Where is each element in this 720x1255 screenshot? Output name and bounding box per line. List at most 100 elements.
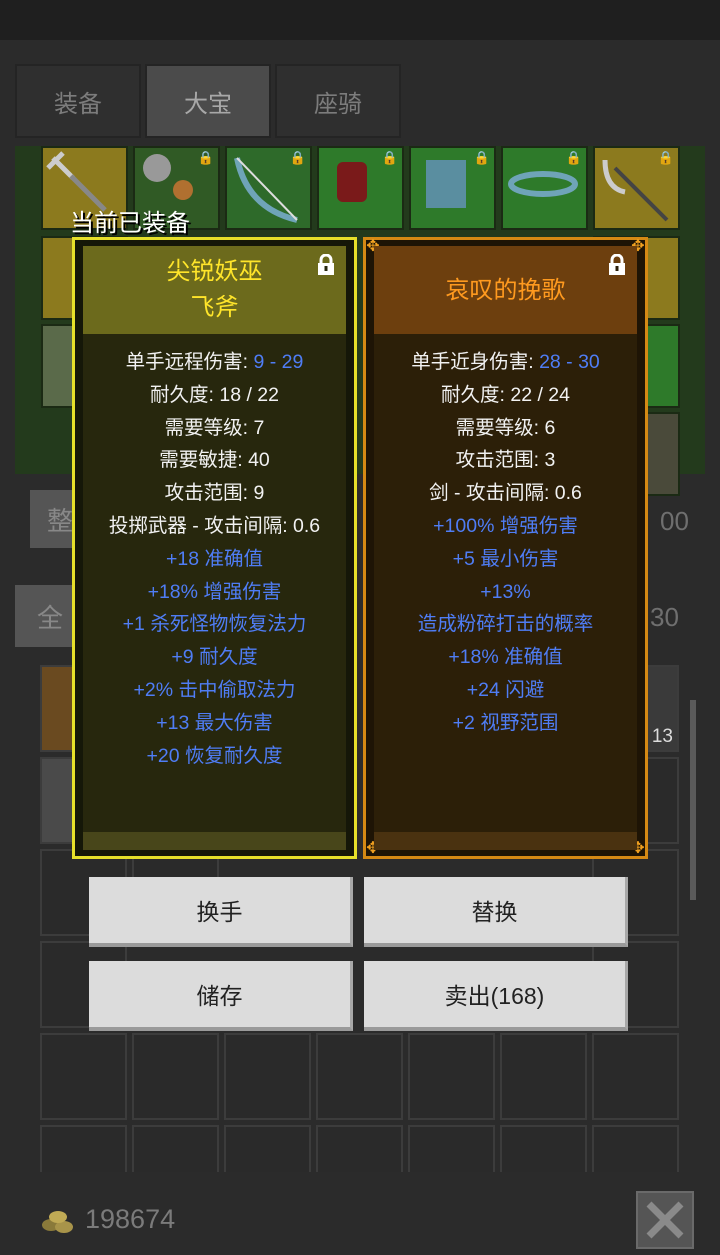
equip-slot[interactable]: 🔒 — [317, 146, 404, 230]
card-footer-bar — [374, 832, 637, 850]
stat-line: +2% 击中偷取法力 — [83, 674, 346, 707]
stat-line: +24 闪避 — [374, 674, 637, 707]
new-item-name: 哀叹的挽歌 — [445, 277, 566, 304]
inventory-scrollbar[interactable] — [690, 700, 696, 900]
stat-line: +2 视野范围 — [374, 707, 637, 740]
gold-coins-icon — [42, 1211, 73, 1233]
stat-text: 耐久度: 22 / 24 — [441, 383, 570, 406]
inventory-slot[interactable] — [132, 1033, 219, 1120]
stack-count: 13 — [651, 726, 673, 747]
equipped-item-stats-panel: 单手远程伤害: 9 - 29 耐久度: 18 / 22 需要等级: 7 需要敏捷: 4… — [83, 334, 346, 850]
inventory-slot[interactable] — [40, 1033, 127, 1120]
tab-equipment[interactable]: 装备 — [15, 64, 141, 138]
equipped-label: 当前已装备 — [70, 210, 190, 237]
gold-amount: 198674 — [85, 1204, 176, 1234]
lock-icon[interactable] — [316, 254, 336, 276]
stat-line: +20 恢复耐久度 — [83, 740, 346, 773]
stat-line: 耐久度: 22 / 24 — [374, 379, 637, 412]
stat-line: +18% 准确值 — [374, 641, 637, 674]
stat-line: 需要等级: 6 — [374, 412, 637, 445]
filter-all-label: 全 — [36, 602, 63, 633]
stat-text: 需要敏捷: 40 — [159, 449, 270, 472]
stat-text: 造成粉碎打击的概率 — [417, 613, 594, 636]
equip-slot[interactable]: 🔒 — [593, 146, 680, 230]
stat-text: +5 最小伤害 — [452, 547, 559, 570]
stat-text: 攻击范围: 9 — [164, 482, 265, 505]
stat-line: +9 耐久度 — [83, 641, 346, 674]
gloves-icon — [337, 162, 367, 202]
stat-text: +13 最大伤害 — [156, 711, 273, 734]
stat-line: +18% 增强伤害 — [83, 576, 346, 609]
stat-text: +13% — [480, 580, 531, 603]
stat-text: +1 杀死怪物恢复法力 — [122, 613, 307, 636]
stat-line: +1 杀死怪物恢复法力 — [83, 608, 346, 641]
lock-icon: 🔒 — [473, 150, 490, 165]
stat-text: +18% 准确值 — [448, 646, 563, 669]
stat-text: +2 视野范围 — [452, 711, 559, 734]
store-button[interactable]: 储存 — [89, 961, 353, 1031]
stat-text: +9 耐久度 — [171, 646, 258, 669]
sort-button-label: 整 — [46, 505, 73, 536]
stat-text: 剑 - 攻击间隔: 0.6 — [429, 482, 582, 505]
equip-slot[interactable]: 🔒 — [501, 146, 588, 230]
stat-line: 单手远程伤害: 9 - 29 — [83, 346, 346, 379]
stat-line: 投掷武器 - 攻击间隔: 0.6 — [83, 510, 346, 543]
equipped-item-header: 尖锐妖巫 飞斧 — [83, 246, 346, 334]
tab-mount[interactable]: 座骑 — [275, 64, 401, 138]
sell-button[interactable]: 卖出(168) — [364, 961, 628, 1031]
close-button[interactable] — [636, 1191, 694, 1249]
stat-line: +5 最小伤害 — [374, 543, 637, 576]
stat-value: 28 - 30 — [539, 351, 600, 373]
replace-button[interactable]: 替换 — [364, 877, 628, 947]
stat-text: 耐久度: 18 / 22 — [150, 383, 279, 406]
stat-line: 剑 - 攻击间隔: 0.6 — [374, 477, 637, 510]
stat-line: 攻击范围: 3 — [374, 444, 637, 477]
equipped-item-stats: 单手远程伤害: 9 - 29 耐久度: 18 / 22 需要等级: 7 需要敏捷: 4… — [83, 346, 346, 772]
stat-line: 造成粉碎打击的概率 — [374, 608, 637, 641]
new-item-card: ✥ ✥ ✥ ✥ 哀叹的挽歌 单手近身伤害: 28 - 30 耐久度: 22 / 2… — [363, 237, 648, 859]
stat-text: 单手近身伤害: — [411, 351, 540, 373]
new-item-stats: 单手近身伤害: 28 - 30 耐久度: 22 / 24 需要等级: 6 攻击范围: … — [374, 346, 637, 740]
stat-line: +13% — [374, 576, 637, 609]
equipped-item-card: 尖锐妖巫 飞斧 单手远程伤害: 9 - 29 耐久度: 18 / 22 需要等级: … — [72, 237, 357, 859]
stat-text: +100% 增强伤害 — [433, 514, 578, 537]
stat-line: +18 准确值 — [83, 543, 346, 576]
lock-icon: 🔒 — [197, 150, 214, 165]
stat-text: 单手远程伤害: — [125, 351, 254, 373]
new-item-stats-panel: 单手近身伤害: 28 - 30 耐久度: 22 / 24 需要等级: 6 攻击范围: … — [374, 334, 637, 850]
swap-hand-button[interactable]: 换手 — [89, 877, 353, 947]
inventory-slot[interactable] — [408, 1033, 495, 1120]
close-x-icon — [646, 1201, 684, 1239]
stat-line: 需要等级: 7 — [83, 412, 346, 445]
inventory-slot[interactable] — [316, 1033, 403, 1120]
equipped-item-name-line2: 飞斧 — [190, 294, 239, 321]
stat-line: 攻击范围: 9 — [83, 477, 346, 510]
tab-treasure[interactable]: 大宝 — [145, 64, 271, 138]
inventory-slot[interactable] — [500, 1033, 587, 1120]
status-strip — [0, 0, 720, 40]
stat-line: 耐久度: 18 / 22 — [83, 379, 346, 412]
card-footer-bar — [83, 832, 346, 850]
stat-text: +18 准确值 — [166, 547, 263, 570]
stat-text: +18% 增强伤害 — [147, 580, 282, 603]
equip-slot[interactable]: 🔒 — [409, 146, 496, 230]
stat-text: 攻击范围: 3 — [455, 449, 556, 472]
stat-text: 需要等级: 6 — [455, 416, 556, 439]
stat-line: +100% 增强伤害 — [374, 510, 637, 543]
lock-icon: 🔒 — [565, 150, 582, 165]
equipped-item-name-line1: 尖锐妖巫 — [166, 258, 263, 285]
lock-icon: 🔒 — [289, 150, 306, 165]
equip-slot[interactable]: 🔒 — [225, 146, 312, 230]
capacity-text: 00 — [660, 506, 689, 536]
stat-line: 单手近身伤害: 28 - 30 — [374, 346, 637, 379]
inventory-slot[interactable] — [224, 1033, 311, 1120]
stat-line: +13 最大伤害 — [83, 707, 346, 740]
slot-count-text: 30 — [650, 602, 679, 632]
stat-text: +2% 击中偷取法力 — [133, 678, 296, 701]
stat-value: 9 - 29 — [253, 351, 304, 373]
lock-icon[interactable] — [607, 254, 627, 276]
inventory-slot[interactable] — [592, 1033, 679, 1120]
lock-icon: 🔒 — [381, 150, 398, 165]
new-item-header: 哀叹的挽歌 — [374, 246, 637, 336]
stat-text: +20 恢复耐久度 — [146, 744, 283, 767]
